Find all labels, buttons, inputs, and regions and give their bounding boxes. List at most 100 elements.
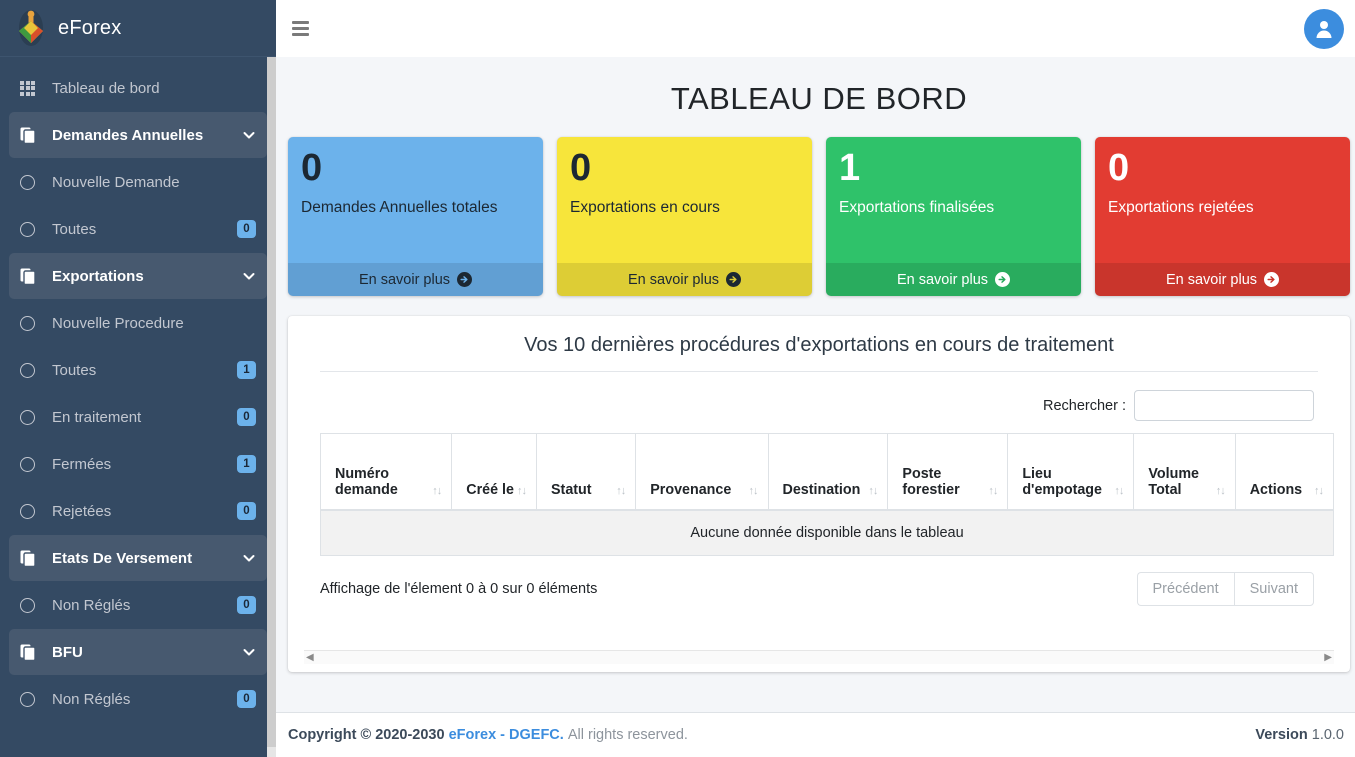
sort-updown-icon[interactable]: ↑↓ <box>1314 485 1324 497</box>
main-area: TABLEAU DE BORD 0 Demandes Annuelles tot… <box>276 0 1355 757</box>
column-header-label: Numéro demande <box>335 465 398 498</box>
sidebar-item-label: Toutes <box>52 361 97 379</box>
stat-card-body: 0 Exportations en cours <box>557 137 812 263</box>
sidebar-item-bfu[interactable]: BFU <box>9 629 267 675</box>
column-header-volume-total[interactable]: Volume Total ↑↓ <box>1133 433 1236 511</box>
chevron-down-icon <box>242 128 256 142</box>
stat-card-demandes-annuelles-totales[interactable]: 0 Demandes Annuelles totales En savoir p… <box>288 137 543 296</box>
hamburger-icon[interactable] <box>292 18 314 39</box>
copyright: Copyright © 2020-2030 eForex - DGEFC. Al… <box>288 727 688 743</box>
stat-card-label: Exportations finalisées <box>839 198 995 216</box>
sidebar-item-demandes-toutes[interactable]: Toutes 0 <box>9 206 267 252</box>
sidebar-item-demandes-annuelles[interactable]: Demandes Annuelles <box>9 112 267 158</box>
grid-icon <box>20 80 46 96</box>
previous-page-button[interactable]: Précédent <box>1136 572 1234 606</box>
sidebar-item-badge: 0 <box>237 502 256 520</box>
table-row-empty: Aucune donnée disponible dans le tableau <box>320 509 1334 556</box>
footer: Copyright © 2020-2030 eForex - DGEFC. Al… <box>276 712 1355 757</box>
stat-card-exportations-rejetees[interactable]: 0 Exportations rejetées En savoir plus <box>1095 137 1350 296</box>
column-header-statut[interactable]: Statut ↑↓ <box>536 433 637 511</box>
sidebar-item-label: Etats De Versement <box>52 549 193 567</box>
chevron-down-icon <box>242 645 256 659</box>
sidebar-item-label: En traitement <box>52 408 142 426</box>
circle-icon <box>20 409 46 425</box>
stat-card-value: 0 <box>301 147 323 189</box>
recent-procedures-panel: Vos 10 dernières procédures d'exportatio… <box>288 316 1350 672</box>
brand-name: eForex <box>58 16 122 39</box>
stat-card-exportations-finalisees[interactable]: 1 Exportations finalisées En savoir plus <box>826 137 1081 296</box>
column-header-label: Destination <box>782 481 861 498</box>
copyright-prefix: Copyright © 2020-2030 <box>288 727 445 743</box>
footer-brand-link[interactable]: eForex - DGEFC. <box>449 727 564 743</box>
circle-icon <box>20 456 46 472</box>
sidebar-item-tableau-de-bord[interactable]: Tableau de bord <box>9 65 267 111</box>
scroll-left-arrow-icon[interactable]: ◀ <box>306 652 314 663</box>
sort-updown-icon[interactable]: ↑↓ <box>1216 485 1226 497</box>
sidebar-item-en-traitement[interactable]: En traitement 0 <box>9 394 267 440</box>
next-page-button[interactable]: Suivant <box>1233 572 1314 606</box>
tree-logo-icon <box>14 9 48 47</box>
column-header-poste-forestier[interactable]: Poste forestier ↑↓ <box>887 433 1009 511</box>
sort-updown-icon[interactable]: ↑↓ <box>616 485 626 497</box>
sidebar-item-badge: 0 <box>237 596 256 614</box>
sidebar-item-etats-de-versement[interactable]: Etats De Versement <box>9 535 267 581</box>
sidebar-item-label: Rejetées <box>52 502 112 520</box>
column-header-label: Provenance <box>650 481 732 498</box>
sidebar-item-badge: 0 <box>237 690 256 708</box>
procedures-table: Numéro demande ↑↓ Créé le ↑↓ Statut ↑↓ Prov… <box>319 433 1335 556</box>
sort-updown-icon[interactable]: ↑↓ <box>988 485 998 497</box>
scroll-right-arrow-icon[interactable]: ▶ <box>1324 652 1332 663</box>
content: 0 Demandes Annuelles totales En savoir p… <box>276 137 1355 672</box>
circle-icon <box>20 315 46 331</box>
stat-card-label: Demandes Annuelles totales <box>301 198 498 216</box>
stat-card-link-label: En savoir plus <box>627 271 720 288</box>
stat-card-exportations-en-cours[interactable]: 0 Exportations en cours En savoir plus <box>557 137 812 296</box>
sidebar-item-badge: 0 <box>237 408 256 426</box>
column-header-destination[interactable]: Destination ↑↓ <box>767 433 889 511</box>
stat-card-link[interactable]: En savoir plus <box>1095 263 1350 296</box>
column-header-label: Statut <box>551 481 592 498</box>
circle-icon <box>20 503 46 519</box>
arrow-circle-right-icon <box>457 272 473 287</box>
column-header-label: Lieu d'empotage <box>1022 465 1102 498</box>
sidebar-item-fermees[interactable]: Fermées 1 <box>9 441 267 487</box>
sidebar-item-badge: 0 <box>237 220 256 238</box>
copy-icon <box>20 268 46 285</box>
sort-updown-icon[interactable]: ↑↓ <box>432 485 442 497</box>
sidebar-scrollbar-thumb[interactable] <box>267 57 276 747</box>
sidebar-item-bfu-non-regles[interactable]: Non Réglés 0 <box>9 676 267 722</box>
sidebar-item-exportations[interactable]: Exportations <box>9 253 267 299</box>
table-info: Affichage de l'élement 0 à 0 sur 0 éléme… <box>320 581 598 597</box>
column-header-label: Poste forestier <box>902 465 960 498</box>
table-horizontal-scrollbar[interactable]: ◀ ▶ <box>304 650 1334 664</box>
column-header-lieu-empotage[interactable]: Lieu d'empotage ↑↓ <box>1007 433 1135 511</box>
column-header-numero-demande[interactable]: Numéro demande ↑↓ <box>319 433 453 511</box>
chevron-down-icon <box>242 269 256 283</box>
sidebar-item-nouvelle-procedure[interactable]: Nouvelle Procedure <box>9 300 267 346</box>
column-header-provenance[interactable]: Provenance ↑↓ <box>635 433 769 511</box>
sidebar-item-nouvelle-demande[interactable]: Nouvelle Demande <box>9 159 267 205</box>
search-input[interactable] <box>1134 390 1314 421</box>
column-header-label: Créé le <box>466 481 514 498</box>
sort-updown-icon[interactable]: ↑↓ <box>1114 485 1124 497</box>
column-header-actions[interactable]: Actions ↑↓ <box>1234 433 1335 511</box>
sidebar-item-versement-non-regles[interactable]: Non Réglés 0 <box>9 582 267 628</box>
sort-updown-icon[interactable]: ↑↓ <box>517 485 527 497</box>
stat-card-value: 1 <box>839 147 861 189</box>
stat-card-label: Exportations en cours <box>570 198 720 216</box>
sidebar-item-rejetees[interactable]: Rejetées 0 <box>9 488 267 534</box>
sidebar-brand[interactable]: eForex <box>0 0 276 57</box>
stat-card-value: 0 <box>570 147 592 189</box>
column-header-cree-le[interactable]: Créé le ↑↓ <box>451 433 538 511</box>
sidebar-item-exportations-toutes[interactable]: Toutes 1 <box>9 347 267 393</box>
stat-card-link[interactable]: En savoir plus <box>288 263 543 296</box>
table-head: Numéro demande ↑↓ Créé le ↑↓ Statut ↑↓ Prov… <box>319 433 1335 511</box>
sort-updown-icon[interactable]: ↑↓ <box>749 485 759 497</box>
sidebar-item-label: Non Réglés <box>52 690 131 708</box>
stat-card-link[interactable]: En savoir plus <box>557 263 812 296</box>
stat-card-body: 0 Demandes Annuelles totales <box>288 137 543 263</box>
stat-card-link[interactable]: En savoir plus <box>826 263 1081 296</box>
user-avatar-icon[interactable] <box>1304 8 1344 49</box>
sort-updown-icon[interactable]: ↑↓ <box>868 485 878 497</box>
sidebar-scrollbar[interactable] <box>267 57 276 757</box>
